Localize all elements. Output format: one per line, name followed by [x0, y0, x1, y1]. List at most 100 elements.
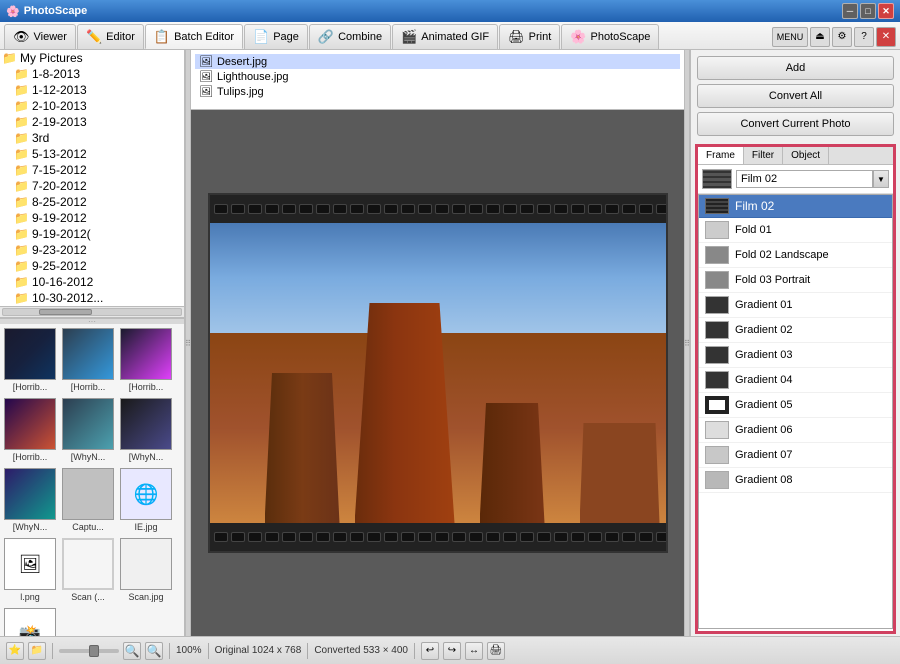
- tab-print[interactable]: 🖨 Print: [499, 24, 560, 49]
- frame-item-gradient08[interactable]: Gradient 08: [699, 468, 892, 493]
- tree-item-8[interactable]: 📁 8-25-2012: [12, 194, 184, 210]
- file-list-item-1[interactable]: 🖼 Lighthouse.jpg: [195, 69, 680, 84]
- status-star-button[interactable]: ⭐: [6, 642, 24, 660]
- frame-item-gradient02[interactable]: Gradient 02: [699, 318, 892, 343]
- frame-item-fold03[interactable]: Fold 03 Portrait: [699, 268, 892, 293]
- zoom-in-button[interactable]: 🔍: [123, 642, 141, 660]
- tree-item-0[interactable]: 📁 1-8-2013: [12, 66, 184, 82]
- thumb-4[interactable]: [WhyN...: [60, 396, 116, 464]
- rotate-left-button[interactable]: ↩: [421, 642, 439, 660]
- help-button[interactable]: ?: [854, 27, 874, 47]
- thumb-9[interactable]: 🖼 l.png: [2, 536, 58, 604]
- convert-all-button[interactable]: Convert All: [697, 84, 894, 108]
- tab-batch[interactable]: 📋 Batch Editor: [145, 24, 243, 49]
- thumb-label-2: [Horrib...: [129, 382, 164, 392]
- frame-item-fold01[interactable]: Fold 01: [699, 218, 892, 243]
- app-close-button[interactable]: ✕: [876, 27, 896, 47]
- tree-item-6[interactable]: 📁 7-15-2012: [12, 162, 184, 178]
- tree-item-14[interactable]: 📁 10-30-2012...: [12, 290, 184, 306]
- tree-item-11[interactable]: 📁 9-23-2012: [12, 242, 184, 258]
- title-bar-controls[interactable]: ─ □ ✕: [842, 3, 894, 19]
- frame-item-gradient06[interactable]: Gradient 06: [699, 418, 892, 443]
- print-status-button[interactable]: 🖨: [487, 642, 505, 660]
- folder-icon: 📁: [14, 67, 29, 81]
- minimize-button[interactable]: ─: [842, 3, 858, 19]
- tab-filter[interactable]: Filter: [744, 147, 783, 164]
- folder-icon: 📁: [14, 211, 29, 225]
- tab-photoscape[interactable]: 🌸 PhotoScape: [561, 24, 659, 49]
- film-hole: [639, 204, 653, 214]
- file-tree[interactable]: 📁 My Pictures 📁 1-8-2013 📁 1-12-2013 📁 2…: [0, 50, 184, 306]
- tree-item-7[interactable]: 📁 7-20-2012: [12, 178, 184, 194]
- file-icon-2: 🖼: [199, 85, 213, 98]
- frame-selected-item[interactable]: Film 02: [699, 195, 892, 218]
- zoom-slider-thumb[interactable]: [89, 645, 99, 657]
- tree-root[interactable]: 📁 My Pictures: [0, 50, 184, 66]
- tab-gif[interactable]: 🎬 Animated GIF: [392, 24, 498, 49]
- tree-item-12[interactable]: 📁 9-25-2012: [12, 258, 184, 274]
- menu-button[interactable]: MENU: [772, 27, 808, 47]
- frame-item-fold02[interactable]: Fold 02 Landscape: [699, 243, 892, 268]
- thumb-7[interactable]: Captu...: [60, 466, 116, 534]
- tree-item-10[interactable]: 📁 9-19-2012(: [12, 226, 184, 242]
- tree-item-label-10: 9-19-2012(: [32, 227, 91, 241]
- tab-object[interactable]: Object: [783, 147, 829, 164]
- tab-page[interactable]: 📄 Page: [244, 24, 308, 49]
- frame-item-gradient07[interactable]: Gradient 07: [699, 443, 892, 468]
- frame-item-gradient05[interactable]: Gradient 05: [699, 393, 892, 418]
- hscroll-thumb[interactable]: [39, 309, 92, 315]
- tree-item-3[interactable]: 📁 2-19-2013: [12, 114, 184, 130]
- tree-item-4[interactable]: 📁 3rd: [12, 130, 184, 146]
- status-folder-button[interactable]: 📁: [28, 642, 46, 660]
- frame-item-gradient01[interactable]: Gradient 01: [699, 293, 892, 318]
- file-list-item-2[interactable]: 🖼 Tulips.jpg: [195, 84, 680, 99]
- frame-list[interactable]: Fold 01 Fold 02 Landscape Fold 03 Portra…: [699, 218, 892, 628]
- eject-button[interactable]: ⏏: [810, 27, 830, 47]
- frame-item-gradient04[interactable]: Gradient 04: [699, 368, 892, 393]
- tab-viewer[interactable]: 👁 Viewer: [4, 24, 76, 49]
- tab-combine[interactable]: 🔗 Combine: [309, 24, 391, 49]
- thumb-6[interactable]: [WhyN...: [2, 466, 58, 534]
- close-button[interactable]: ✕: [878, 3, 894, 19]
- rotate-right-button[interactable]: ↪: [443, 642, 461, 660]
- thumb-0[interactable]: [Horrib...: [2, 326, 58, 394]
- thumb-10[interactable]: Scan (...: [60, 536, 116, 604]
- thumb-3[interactable]: [Horrib...: [2, 396, 58, 464]
- maximize-button[interactable]: □: [860, 3, 876, 19]
- frame-thumb-gradient06: [705, 421, 729, 439]
- thumb-1[interactable]: [Horrib...: [60, 326, 116, 394]
- frame-thumb-gradient07: [705, 446, 729, 464]
- folder-icon: 📁: [14, 179, 29, 193]
- zoom-slider[interactable]: [59, 649, 119, 653]
- tab-editor-label: Editor: [106, 31, 135, 43]
- tab-combine-label: Combine: [338, 31, 382, 43]
- tree-item-2[interactable]: 📁 2-10-2013: [12, 98, 184, 114]
- thumb-label-9: l.png: [20, 592, 40, 602]
- add-button[interactable]: Add: [697, 56, 894, 80]
- film-hole: [554, 204, 568, 214]
- frame-label-gradient05: Gradient 05: [735, 399, 792, 411]
- frame-label-gradient07: Gradient 07: [735, 449, 792, 461]
- thumbnail-area[interactable]: [Horrib... [Horrib... [Horrib... [Horrib…: [0, 324, 184, 636]
- tree-item-13[interactable]: 📁 10-16-2012: [12, 274, 184, 290]
- tab-editor[interactable]: ✏️ Editor: [77, 24, 144, 49]
- zoom-out-button[interactable]: 🔍: [145, 642, 163, 660]
- thumb-5[interactable]: [WhyN...: [118, 396, 174, 464]
- frame-dropdown-value[interactable]: Film 02: [736, 170, 873, 188]
- dropdown-arrow[interactable]: ▼: [873, 170, 889, 188]
- tree-item-5[interactable]: 📁 5-13-2012: [12, 146, 184, 162]
- thumb-8[interactable]: 🌐 IE.jpg: [118, 466, 174, 534]
- menu-bar: 👁 Viewer ✏️ Editor 📋 Batch Editor 📄 Page…: [0, 22, 900, 50]
- tab-frame[interactable]: Frame: [698, 147, 744, 164]
- file-list-item-0[interactable]: 🖼 Desert.jpg: [195, 54, 680, 69]
- tree-item-9[interactable]: 📁 9-19-2012: [12, 210, 184, 226]
- thumb-12[interactable]: 📸 snap.png: [2, 606, 58, 636]
- thumb-11[interactable]: Scan.jpg: [118, 536, 174, 604]
- tree-item-1[interactable]: 📁 1-12-2013: [12, 82, 184, 98]
- thumb-2[interactable]: [Horrib...: [118, 326, 174, 394]
- convert-current-button[interactable]: Convert Current Photo: [697, 112, 894, 136]
- frame-item-gradient03[interactable]: Gradient 03: [699, 343, 892, 368]
- flip-button[interactable]: ↔: [465, 642, 483, 660]
- file-label-1: Lighthouse.jpg: [217, 71, 289, 83]
- settings-button[interactable]: ⚙: [832, 27, 852, 47]
